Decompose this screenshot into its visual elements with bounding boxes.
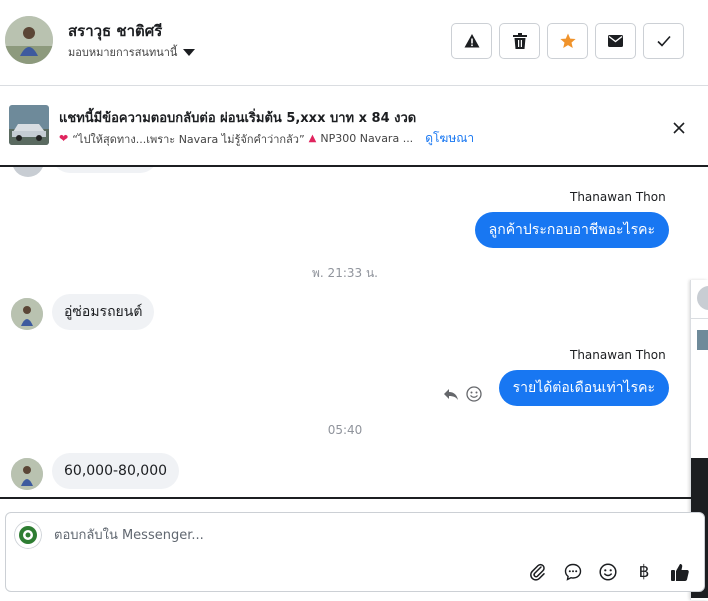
heart-icon: ❤ xyxy=(59,132,69,145)
car-icon: ▲ xyxy=(308,133,317,144)
contact-avatar-small[interactable] xyxy=(11,298,43,330)
divider xyxy=(0,497,708,499)
message-bubble-incoming[interactable]: 60,000-80,000 xyxy=(52,453,180,489)
sender-name: Thanawan Thon xyxy=(570,348,666,362)
mark-unread-button[interactable] xyxy=(595,23,636,59)
like-button[interactable] xyxy=(668,560,692,584)
message-bubble-incoming xyxy=(52,167,158,173)
check-icon xyxy=(656,35,671,47)
star-icon xyxy=(559,33,576,48)
baht-icon: ฿ xyxy=(638,562,650,582)
timestamp: พ. 21:33 น. xyxy=(312,266,378,280)
sender-name: Thanawan Thon xyxy=(570,190,666,204)
emoji-button[interactable] xyxy=(596,560,620,584)
ad-subtitle-row: ❤ “ไปให้สุดทาง...เพราะ Navara ไม่รู้จักค… xyxy=(59,129,474,148)
ad-context-banner: แชทนี้มีข้อความตอบกลับต่อ ผ่อนเริ่มต้น 5… xyxy=(0,87,708,165)
chevron-down-icon xyxy=(183,48,196,56)
close-icon xyxy=(673,122,685,134)
payment-button[interactable]: ฿ xyxy=(632,560,656,584)
reply-composer: ฿ xyxy=(5,512,705,592)
message-bubble-outgoing[interactable]: ลูกค้าประกอบอาชีพอะไรคะ xyxy=(474,212,669,248)
warning-icon xyxy=(464,34,479,48)
assign-conversation-dropdown[interactable]: มอบหมายการสนทนานี้ xyxy=(68,43,196,61)
ad-title: แชทนี้มีข้อความตอบกลับต่อ ผ่อนเริ่มต้น 5… xyxy=(59,111,417,126)
saved-replies-button[interactable] xyxy=(561,560,585,584)
report-button[interactable] xyxy=(451,23,492,59)
timestamp: 05:40 xyxy=(327,423,363,437)
contact-avatar-small[interactable] xyxy=(11,458,43,490)
view-ad-link[interactable]: ดูโฆษณา xyxy=(425,129,474,148)
ad-subtitle: “ไปให้สุดทาง...เพราะ Navara ไม่รู้จักคำว… xyxy=(72,132,305,146)
thumbs-up-icon xyxy=(671,564,689,581)
trash-icon xyxy=(512,33,527,49)
message-input[interactable] xyxy=(54,523,654,547)
envelope-icon xyxy=(608,35,623,47)
contact-avatar[interactable] xyxy=(5,16,53,64)
contact-name[interactable]: สราวุธ ชาติศรี xyxy=(68,19,162,43)
page-avatar xyxy=(14,521,42,549)
react-emoji-icon[interactable] xyxy=(466,386,482,402)
chat-bubble-icon xyxy=(564,563,582,581)
reply-icon[interactable] xyxy=(443,386,459,402)
ad-thumbnail xyxy=(697,330,708,350)
star-button[interactable] xyxy=(547,23,588,59)
smiley-icon xyxy=(599,563,617,581)
contact-avatar-small xyxy=(12,167,44,177)
ad-subtitle-tail: NP300 Navara ... xyxy=(320,132,414,145)
close-ad-button[interactable] xyxy=(668,117,690,139)
contact-avatar-small xyxy=(697,286,708,310)
mark-done-button[interactable] xyxy=(643,23,684,59)
divider xyxy=(691,318,708,319)
message-thread[interactable]: Thanawan Thon ลูกค้าประกอบอาชีพอะไรคะ พ.… xyxy=(0,167,690,497)
attach-button[interactable] xyxy=(526,560,550,584)
delete-button[interactable] xyxy=(499,23,540,59)
conversation-header: สราวุธ ชาติศรี มอบหมายการสนทนานี้ xyxy=(0,0,708,86)
assign-label: มอบหมายการสนทนานี้ xyxy=(68,46,178,59)
ad-thumbnail[interactable] xyxy=(9,105,49,145)
paperclip-icon xyxy=(530,563,545,581)
message-bubble-outgoing[interactable]: รายได้ต่อเดือนเท่าไรคะ xyxy=(498,370,669,406)
message-bubble-incoming[interactable]: อู่ซ่อมรถยนต์ xyxy=(52,294,155,330)
